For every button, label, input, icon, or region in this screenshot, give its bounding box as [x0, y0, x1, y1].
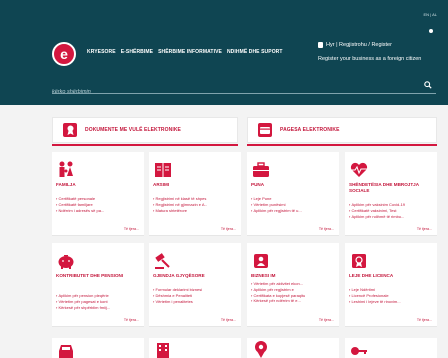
top-category-e-payments[interactable]: PAGESA ELEKTRONIKE: [247, 117, 437, 143]
login-area[interactable]: Hyr | Regjistrohu / Register: [318, 42, 392, 48]
more-link[interactable]: Të tjera...: [221, 318, 236, 322]
card-title: ARSIMI: [153, 182, 170, 187]
nav-home[interactable]: KRYESORE: [87, 49, 116, 55]
more-link[interactable]: Të tjera...: [319, 227, 334, 231]
card-judicial[interactable]: GJENDJA GJYQËSORE Formular deklarimi biz…: [149, 243, 241, 327]
more-link[interactable]: Të tjera...: [319, 318, 334, 322]
card-payment-icon: [258, 123, 272, 137]
key-icon: [351, 347, 367, 355]
card-education[interactable]: ARSIMI Regjistrimi në klasë të shpes Reg…: [149, 152, 241, 236]
card-property[interactable]: [149, 338, 241, 358]
more-link[interactable]: Të tjera...: [124, 318, 139, 322]
piggy-bank-icon: [58, 255, 74, 269]
card-work[interactable]: PUNA Leje Pune Vërtetim punësimi Aplikim…: [247, 152, 339, 236]
menu-dot-icon[interactable]: [429, 29, 433, 33]
card-link[interactable]: Matura shtetërore: [153, 208, 239, 214]
card-title: KONTRIBUTET DHE PENSIONI: [56, 273, 124, 278]
language-switch[interactable]: EN | AL: [424, 12, 438, 17]
briefcase-icon: [253, 162, 269, 177]
top-category-seal-documents[interactable]: DOKUMENTE ME VULË ELEKTRONIKE: [52, 117, 238, 143]
more-link[interactable]: Të tjera...: [124, 227, 139, 231]
card-business[interactable]: BIZNESI IM Vërtetim për aktivitet ekon..…: [247, 243, 339, 327]
seal-icon: [63, 123, 77, 137]
card-title: LEJE DHE LICENCA: [349, 273, 394, 278]
books-icon: [155, 163, 171, 177]
top-category-label: DOKUMENTE ME VULË ELEKTRONIKE: [85, 127, 181, 133]
heartbeat-icon: [350, 162, 368, 177]
card-link[interactable]: Ndërrim i adresës së pa...: [56, 208, 142, 214]
business-icon: [254, 254, 268, 268]
header: EN | AL e KRYESORE E-SHËRBIME SHËRBIME I…: [0, 0, 448, 105]
family-icon: [59, 161, 73, 177]
card-link[interactable]: Vërtetim i penalitetes: [153, 299, 239, 305]
more-link[interactable]: Të tjera...: [417, 318, 432, 322]
car-icon: [59, 345, 73, 358]
divider: [52, 144, 238, 146]
card-licenses[interactable]: LEJE DHE LICENCA Leje Ndërtimi Licencë P…: [345, 243, 437, 327]
card-link[interactable]: Kërkesë për ndërrim të e...: [251, 298, 337, 304]
card-title: SHËNDETËSIA DHE MBROJTJA SOCIALE: [349, 182, 419, 193]
gavel-icon: [155, 253, 170, 269]
card-link[interactable]: Leshimi i lejeve të rinovim...: [349, 299, 435, 305]
building-icon: [157, 343, 169, 358]
card-health[interactable]: SHËNDETËSIA DHE MBROJTJA SOCIALE Aplikim…: [345, 152, 437, 236]
more-link[interactable]: Të tjera...: [221, 227, 236, 231]
lock-icon: [318, 42, 323, 48]
card-title: FAMILJA: [56, 182, 76, 187]
card-title: PUNA: [251, 182, 265, 187]
e-albania-logo[interactable]: e: [52, 42, 76, 66]
card-title: BIZNESI IM: [251, 273, 276, 278]
nav-info-services[interactable]: SHËRBIME INFORMATIVE: [158, 49, 222, 55]
card-link[interactable]: Aplikim për regjistrim të u...: [251, 208, 337, 214]
card-family[interactable]: FAMILJA Certifikatë personale Certifikat…: [52, 152, 144, 236]
foreign-register-link[interactable]: Register your business as a foreign citi…: [318, 56, 421, 62]
nav-e-services[interactable]: E-SHËRBIME: [121, 49, 153, 55]
card-contributions[interactable]: KONTRIBUTET DHE PENSIONI Aplikim për pen…: [52, 243, 144, 327]
card-access[interactable]: [345, 338, 437, 358]
divider: [247, 144, 437, 146]
top-category-label: PAGESA ELEKTRONIKE: [280, 127, 340, 133]
search-icon[interactable]: [424, 81, 432, 89]
license-icon: [352, 254, 366, 268]
search-input[interactable]: [52, 89, 412, 95]
search-bar: [52, 80, 436, 95]
card-link[interactable]: Kërkesë për shpërblim fmiij...: [56, 305, 142, 311]
location-icon: [255, 341, 267, 358]
card-title: GJENDJA GJYQËSORE: [153, 273, 205, 278]
login-link[interactable]: Hyr | Regjistrohu / Register: [326, 42, 392, 48]
main-nav: KRYESORE E-SHËRBIME SHËRBIME INFORMATIVE…: [87, 49, 283, 55]
page: EN | AL e KRYESORE E-SHËRBIME SHËRBIME I…: [0, 0, 448, 358]
card-link[interactable]: Aplikim për ndihmë të rimbu...: [349, 214, 435, 220]
card-transport[interactable]: [52, 338, 144, 358]
more-link[interactable]: Të tjera...: [417, 227, 432, 231]
nav-help-support[interactable]: NDIHMË DHE SUPORT: [227, 49, 283, 55]
card-location[interactable]: [247, 338, 339, 358]
